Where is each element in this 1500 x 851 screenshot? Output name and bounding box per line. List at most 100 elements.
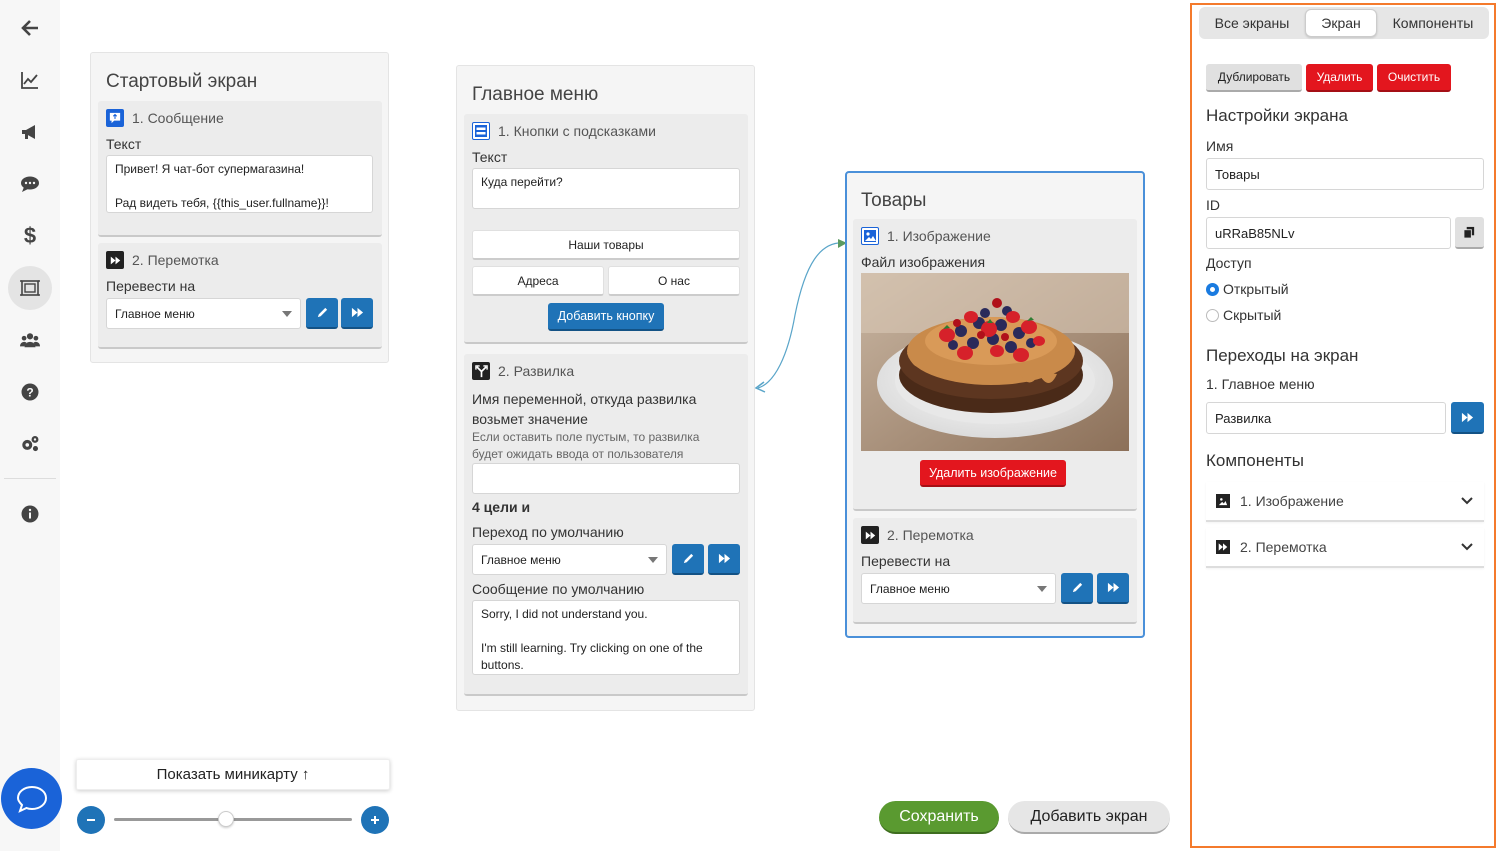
buttons-text-field[interactable]: Куда перейти? bbox=[472, 168, 740, 209]
message-text-field[interactable]: Привет! Я чат-бот супермагазина! Рад вид… bbox=[106, 155, 373, 213]
info-icon[interactable] bbox=[8, 492, 52, 536]
variable-label-line: Имя переменной, откуда развилка bbox=[472, 391, 697, 407]
component-header: 2. Перемотка bbox=[106, 251, 219, 269]
transition-source: 1. Главное меню bbox=[1206, 376, 1315, 392]
access-hidden-radio[interactable]: Скрытый bbox=[1206, 307, 1281, 323]
goto-select-value: Главное меню bbox=[870, 581, 950, 596]
edit-button[interactable] bbox=[306, 298, 338, 329]
settings-icon[interactable] bbox=[8, 422, 52, 466]
variable-hint: Если оставить поле пустым, то развилка б… bbox=[472, 429, 699, 463]
edit-button[interactable] bbox=[672, 544, 704, 575]
component-accordion-image[interactable]: 1. Изображение bbox=[1206, 482, 1484, 522]
component-title: 1. Сообщение bbox=[132, 110, 224, 126]
zoom-in-button[interactable] bbox=[361, 806, 389, 834]
tab-components[interactable]: Компоненты bbox=[1379, 9, 1487, 37]
tab-screen[interactable]: Экран bbox=[1305, 9, 1377, 37]
chevron-down-icon bbox=[648, 556, 658, 563]
buttons-component[interactable]: 1. Кнопки с подсказками Текст Куда перей… bbox=[464, 114, 748, 344]
transitions-title: Переходы на экран bbox=[1206, 346, 1359, 365]
delete-screen-button[interactable]: Удалить bbox=[1306, 64, 1373, 92]
users-icon[interactable] bbox=[8, 318, 52, 362]
megaphone-icon[interactable] bbox=[8, 110, 52, 154]
text-label: Текст bbox=[106, 136, 142, 152]
transition-field[interactable]: Развилка bbox=[1206, 402, 1446, 434]
targets-count: 4 цели и bbox=[472, 499, 531, 515]
component-header: 2. Перемотка bbox=[861, 526, 974, 544]
component-accordion-rewind[interactable]: 2. Перемотка bbox=[1206, 528, 1484, 568]
zoom-out-button[interactable] bbox=[77, 806, 105, 834]
component-title: 1. Изображение bbox=[887, 228, 991, 244]
save-button[interactable]: Сохранить bbox=[879, 801, 999, 834]
screens-canvas[interactable]: Стартовый экран 1. Сообщение Текст Приве… bbox=[60, 0, 1188, 851]
screen-name-input[interactable]: Товары bbox=[1206, 158, 1484, 190]
fork-component[interactable]: 2. Развилка Имя переменной, откуда разви… bbox=[464, 354, 748, 696]
help-icon[interactable]: ? bbox=[8, 370, 52, 414]
default-message-label: Сообщение по умолчанию bbox=[472, 581, 645, 597]
radio-checked-icon bbox=[1206, 282, 1219, 296]
dollar-icon[interactable]: $ bbox=[8, 214, 52, 258]
default-transition-value: Главное меню bbox=[481, 552, 561, 567]
component-header: 1. Сообщение bbox=[106, 109, 224, 127]
chevron-down-icon bbox=[1037, 585, 1047, 592]
default-message-line: buttons. bbox=[481, 658, 524, 672]
copy-icon bbox=[1463, 226, 1475, 239]
image-component[interactable]: 1. Изображение Файл изображения Удалить … bbox=[853, 219, 1137, 511]
screen-start[interactable]: Стартовый экран 1. Сообщение Текст Приве… bbox=[90, 52, 389, 363]
support-chat-button[interactable] bbox=[1, 768, 62, 829]
default-message-line: Sorry, I did not understand you. bbox=[481, 607, 648, 621]
goto-select[interactable]: Главное меню bbox=[106, 298, 301, 329]
message-icon bbox=[106, 109, 124, 127]
minus-icon bbox=[87, 819, 95, 821]
screens-icon[interactable] bbox=[8, 266, 52, 310]
go-button[interactable] bbox=[1097, 573, 1129, 604]
quick-reply-button[interactable]: О нас bbox=[608, 266, 740, 296]
go-button[interactable] bbox=[708, 544, 740, 575]
duplicate-button[interactable]: Дублировать bbox=[1206, 64, 1302, 92]
screen-products[interactable]: Товары 1. Изображение Файл изображения У… bbox=[845, 171, 1145, 638]
chat-icon[interactable] bbox=[8, 162, 52, 206]
access-open-radio[interactable]: Открытый bbox=[1206, 281, 1289, 297]
variable-label-line: возьмет значение bbox=[472, 411, 588, 427]
message-component[interactable]: 1. Сообщение Текст Привет! Я чат-бот суп… bbox=[98, 101, 382, 237]
component-title: 1. Кнопки с подсказками bbox=[498, 123, 656, 139]
goto-select[interactable]: Главное меню bbox=[861, 573, 1056, 604]
buttons-text-value: Куда перейти? bbox=[481, 175, 563, 189]
edit-button[interactable] bbox=[1061, 573, 1093, 604]
screen-main-menu[interactable]: Главное меню 1. Кнопки с подсказками Тек… bbox=[456, 65, 755, 711]
screen-id-input[interactable]: uRRaB85NLv bbox=[1206, 217, 1451, 249]
plus-icon bbox=[371, 816, 379, 824]
quick-reply-button[interactable]: Наши товары bbox=[472, 230, 740, 260]
left-sidebar: $ ? bbox=[0, 0, 60, 851]
product-cake-image bbox=[861, 273, 1129, 451]
rewind-component[interactable]: 2. Перемотка Перевести на Главное меню bbox=[853, 518, 1137, 624]
delete-image-button[interactable]: Удалить изображение bbox=[920, 460, 1066, 487]
chart-icon[interactable] bbox=[8, 58, 52, 102]
tab-all-screens[interactable]: Все экраны bbox=[1201, 9, 1303, 37]
add-button-button[interactable]: Добавить кнопку bbox=[548, 303, 664, 331]
buttons-list-icon bbox=[472, 122, 490, 140]
component-accordion-label: 2. Перемотка bbox=[1240, 539, 1327, 555]
screen-title: Главное меню bbox=[472, 84, 599, 105]
clear-button[interactable]: Очистить bbox=[1377, 64, 1451, 92]
go-button[interactable] bbox=[341, 298, 373, 329]
chevron-down-icon bbox=[1461, 497, 1473, 505]
add-screen-button[interactable]: Добавить экран bbox=[1008, 801, 1170, 834]
back-arrow-icon[interactable] bbox=[8, 6, 52, 50]
text-label: Текст bbox=[472, 149, 508, 165]
screen-settings-title: Настройки экрана bbox=[1206, 106, 1348, 125]
quick-reply-button[interactable]: Адреса bbox=[472, 266, 604, 296]
sidebar-divider bbox=[4, 478, 56, 479]
go-to-transition-button[interactable] bbox=[1451, 402, 1484, 434]
fast-forward-icon bbox=[1461, 412, 1474, 422]
default-message-field[interactable]: Sorry, I did not understand you. I'm sti… bbox=[472, 600, 740, 675]
default-transition-select[interactable]: Главное меню bbox=[472, 544, 667, 575]
component-header: 2. Развилка bbox=[472, 362, 574, 380]
connector-arrow bbox=[754, 239, 847, 393]
component-title: 2. Развилка bbox=[498, 363, 575, 379]
variable-input[interactable] bbox=[472, 463, 740, 494]
show-minimap-button[interactable]: Показать миникарту ↑ bbox=[76, 759, 390, 790]
component-header: 1. Изображение bbox=[861, 227, 991, 245]
zoom-slider-handle[interactable] bbox=[217, 811, 234, 827]
copy-id-button[interactable] bbox=[1455, 217, 1484, 249]
rewind-component[interactable]: 2. Перемотка Перевести на Главное меню bbox=[98, 243, 382, 349]
